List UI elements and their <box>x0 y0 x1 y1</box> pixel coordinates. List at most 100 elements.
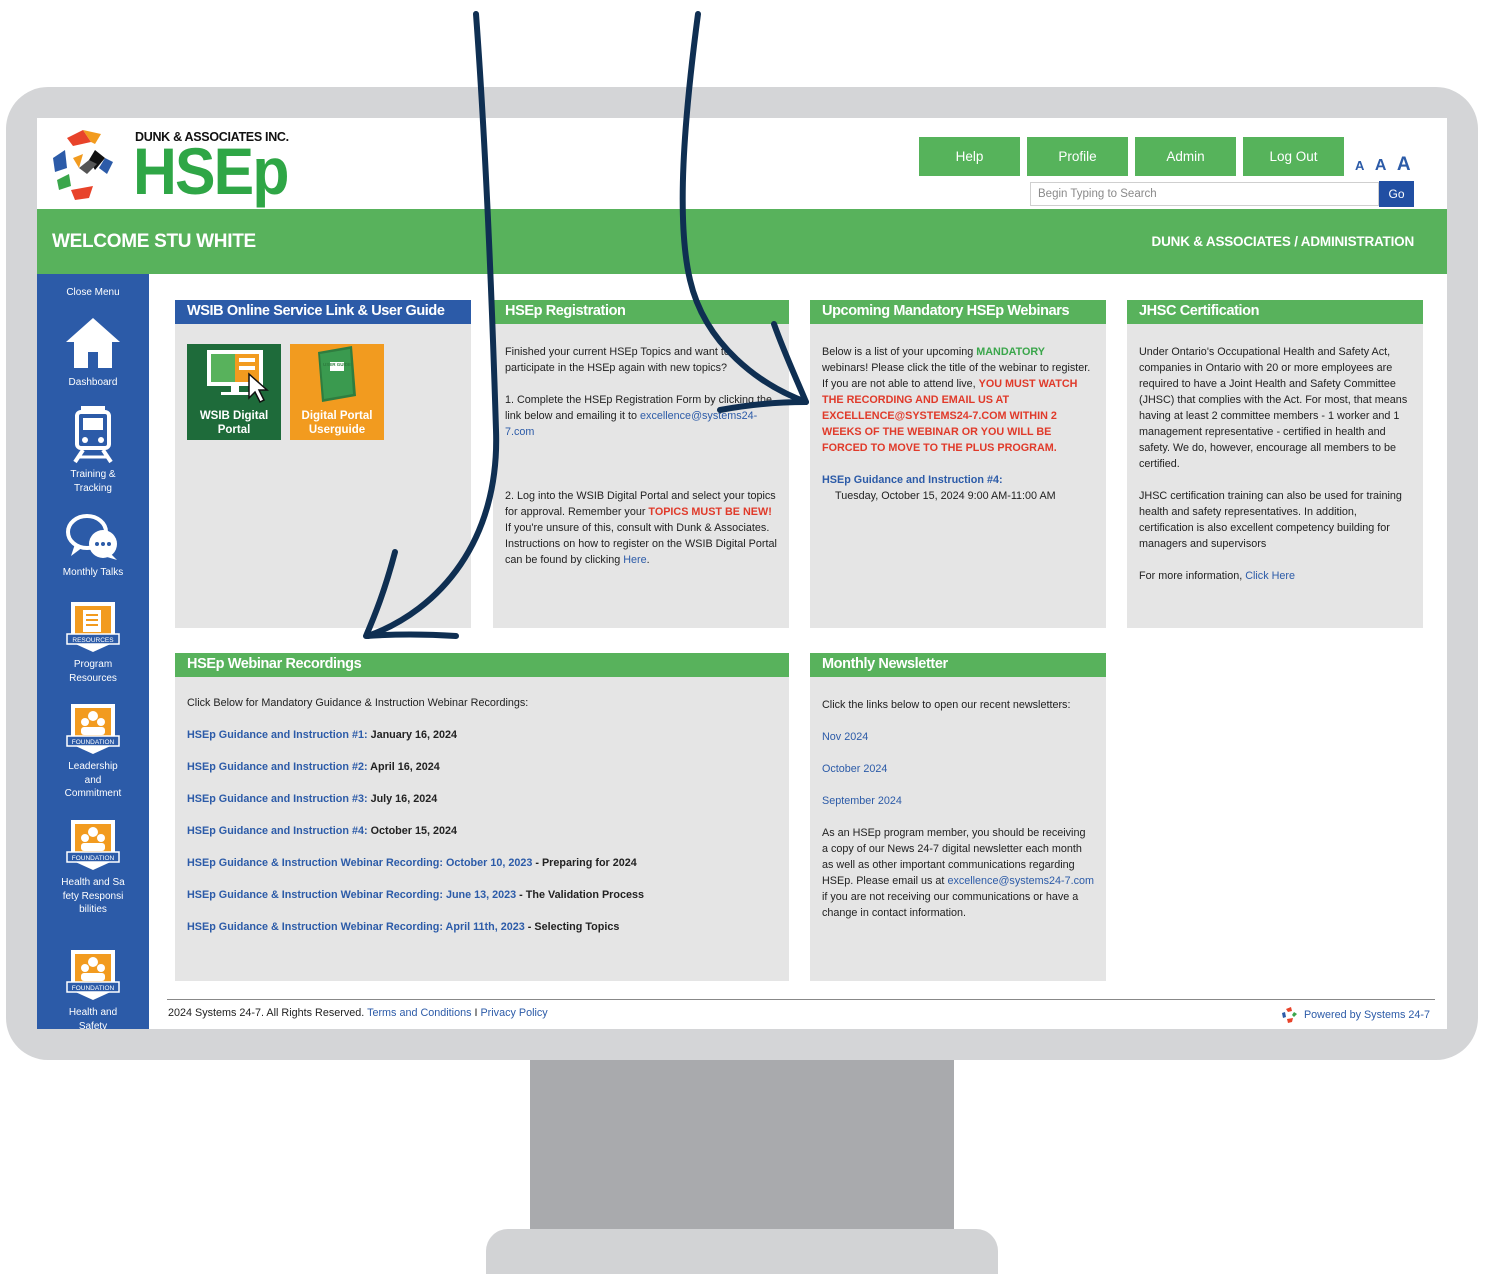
upcoming-webinar: HSEp Guidance and Instruction #4: Tuesda… <box>822 472 1094 504</box>
logo[interactable]: DUNK & ASSOCIATES INC. HSEp <box>49 124 289 208</box>
search-go-button[interactable]: Go <box>1379 181 1414 207</box>
recording-link[interactable]: HSEp Guidance and Instruction #1: <box>187 729 368 741</box>
sidebar-item-health-safety[interactable]: FOUNDATION Health and Safety <box>37 946 149 1029</box>
recording-link[interactable]: HSEp Guidance and Instruction #4: <box>187 825 368 837</box>
recording-item: HSEp Guidance and Instruction #3: July 1… <box>187 793 438 805</box>
register-instructions-link[interactable]: Here <box>623 554 646 566</box>
webinars-panel: Upcoming Mandatory HSEp Webinars Below i… <box>810 300 1106 628</box>
terms-link[interactable]: Terms and Conditions <box>367 1007 471 1019</box>
newsletter-intro: Click the links below to open our recent… <box>822 699 1071 711</box>
jhsc-click-here-link[interactable]: Click Here <box>1245 570 1295 582</box>
panel-title: HSEp Webinar Recordings <box>175 653 789 677</box>
welcome-user: WELCOME STU WHITE <box>52 231 256 252</box>
wsib-panel: WSIB Online Service Link & User Guide WS… <box>175 300 471 628</box>
sidebar-item-label: Leadership and Commitment <box>64 761 122 799</box>
sidebar-item-label: Program Resources <box>69 659 117 684</box>
sidebar-item-label: Training & Tracking <box>70 469 116 494</box>
recording-link[interactable]: HSEp Guidance and Instruction #3: <box>187 793 368 805</box>
webinars-intro: Below is a list of your upcoming MANDATO… <box>822 346 1091 454</box>
registration-step2: 2. Log into the WSIB Digital Portal and … <box>505 490 777 566</box>
upcoming-webinar-date: Tuesday, October 15, 2024 9:00 AM-11:00 … <box>835 490 1056 502</box>
foundation-icon: FOUNDATION <box>66 704 120 754</box>
logo-product-name: HSEp <box>133 134 289 208</box>
home-icon <box>66 318 120 368</box>
recording-item: HSEp Guidance and Instruction #1: Januar… <box>187 729 458 741</box>
sidebar-item-dashboard[interactable]: Dashboard <box>37 314 149 390</box>
tile-label: Digital Portal Userguide <box>301 410 373 436</box>
recording-link[interactable]: HSEp Guidance & Instruction Webinar Reco… <box>187 889 516 901</box>
powered-by-link[interactable]: Powered by Systems 24-7 <box>1281 1007 1430 1023</box>
jhsc-paragraph-1: Under Ontario's Occupational Health and … <box>1139 346 1408 470</box>
recording-item: HSEp Guidance & Instruction Webinar Reco… <box>187 857 637 869</box>
foundation-icon: FOUNDATION <box>66 820 120 870</box>
newsletter-link-october-2024[interactable]: October 2024 <box>822 763 887 775</box>
panel-title: WSIB Online Service Link & User Guide <box>175 300 471 324</box>
newsletter-info: As an HSEp program member, you should be… <box>822 827 1095 919</box>
log-out-button[interactable]: Log Out <box>1243 137 1344 176</box>
digital-portal-userguide-tile[interactable]: USER GUIDE Digital Portal Userguide <box>290 344 384 440</box>
recording-item: HSEp Guidance and Instruction #4: Octobe… <box>187 825 458 837</box>
monitor-stand-neck <box>530 1060 954 1230</box>
webinars-body: Below is a list of your upcoming MANDATO… <box>822 344 1094 504</box>
sidebar: Close Menu Dashboard Training & Tracking <box>37 274 149 1029</box>
jhsc-more-info: For more information, Click Here <box>1139 570 1295 582</box>
close-menu-button[interactable]: Close Menu <box>37 287 149 298</box>
upcoming-webinar-link[interactable]: HSEp Guidance and Instruction #4: <box>822 474 1003 486</box>
font-size-large-link[interactable]: A <box>1397 154 1411 175</box>
font-size-medium-link[interactable]: A <box>1375 157 1387 174</box>
logo-mark-icon <box>53 130 113 200</box>
panel-title: Upcoming Mandatory HSEp Webinars <box>810 300 1106 324</box>
admin-button[interactable]: Admin <box>1135 137 1236 176</box>
screen: DUNK & ASSOCIATES INC. HSEp Help Profile… <box>37 118 1447 1029</box>
recordings-panel: HSEp Webinar Recordings Click Below for … <box>175 653 789 981</box>
help-button[interactable]: Help <box>919 137 1020 176</box>
sidebar-item-program-resources[interactable]: RESOURCES Program Resources <box>37 598 149 685</box>
font-size-small-link[interactable]: A <box>1355 158 1364 173</box>
sidebar-item-leadership-commitment[interactable]: FOUNDATION Leadership and Commitment <box>37 700 149 801</box>
newsletter-body: Click the links below to open our recent… <box>822 697 1094 921</box>
jhsc-panel: JHSC Certification Under Ontario's Occup… <box>1127 300 1423 628</box>
registration-intro: Finished your current HSEp Topics and wa… <box>505 346 730 374</box>
privacy-link[interactable]: Privacy Policy <box>480 1007 547 1019</box>
monitor-stand-base <box>486 1229 998 1274</box>
user-guide-book-icon: USER GUIDE <box>318 346 356 402</box>
sidebar-item-label: Monthly Talks <box>62 567 124 578</box>
profile-button[interactable]: Profile <box>1027 137 1128 176</box>
systems-logo-icon <box>1281 1007 1297 1023</box>
search-input[interactable] <box>1030 182 1379 206</box>
jhsc-body: Under Ontario's Occupational Health and … <box>1139 344 1411 584</box>
footer-copyright: 2024 Systems 24-7. All Rights Reserved. … <box>168 1007 548 1019</box>
organization-breadcrumb[interactable]: DUNK & ASSOCIATES / ADMINISTRATION <box>1152 234 1415 249</box>
sidebar-item-health-safety-responsibilities[interactable]: FOUNDATION Health and Safety Responsibil… <box>37 816 149 917</box>
book-cover-text: USER GUIDE <box>323 362 351 367</box>
foundation-icon: FOUNDATION <box>66 950 120 1000</box>
newsletter-link-nov-2024[interactable]: Nov 2024 <box>822 731 868 743</box>
tile-label: WSIB Digital Portal <box>199 410 269 436</box>
panel-title: JHSC Certification <box>1127 300 1423 324</box>
resources-badge-text: RESOURCES <box>72 637 114 644</box>
newsletter-panel: Monthly Newsletter Click the links below… <box>810 653 1106 981</box>
foundation-badge-text: FOUNDATION <box>72 855 115 862</box>
registration-step1: 1. Complete the HSEp Registration Form b… <box>505 394 773 438</box>
foundation-badge-text: FOUNDATION <box>72 985 115 992</box>
newsletter-email-link[interactable]: excellence@systems24-7.com <box>947 875 1094 887</box>
recording-link[interactable]: HSEp Guidance and Instruction #2: <box>187 761 368 773</box>
wsib-digital-portal-tile[interactable]: WSIB Digital Portal <box>187 344 281 440</box>
font-size-controls: A A A <box>1355 154 1417 176</box>
newsletter-link-september-2024[interactable]: September 2024 <box>822 795 902 807</box>
recording-link[interactable]: HSEp Guidance & Instruction Webinar Reco… <box>187 857 532 869</box>
topics-must-be-new-warning: TOPICS MUST BE NEW! <box>648 506 772 518</box>
computer-cursor-icon <box>207 350 269 404</box>
sidebar-item-monthly-talks[interactable]: Monthly Talks <box>37 512 149 580</box>
foundation-badge-text: FOUNDATION <box>72 739 115 746</box>
panel-title: HSEp Registration <box>493 300 789 324</box>
recording-item: HSEp Guidance and Instruction #2: April … <box>187 761 440 773</box>
train-icon <box>73 406 113 464</box>
recording-item: HSEp Guidance & Instruction Webinar Reco… <box>187 921 620 933</box>
footer-divider <box>167 999 1435 1000</box>
sidebar-item-training-tracking[interactable]: Training & Tracking <box>37 404 149 495</box>
recording-link[interactable]: HSEp Guidance & Instruction Webinar Reco… <box>187 921 525 933</box>
registration-panel: HSEp Registration Finished your current … <box>493 300 789 628</box>
sidebar-item-label: Health and Safety <box>68 1007 118 1029</box>
recordings-intro: Click Below for Mandatory Guidance & Ins… <box>187 697 529 709</box>
